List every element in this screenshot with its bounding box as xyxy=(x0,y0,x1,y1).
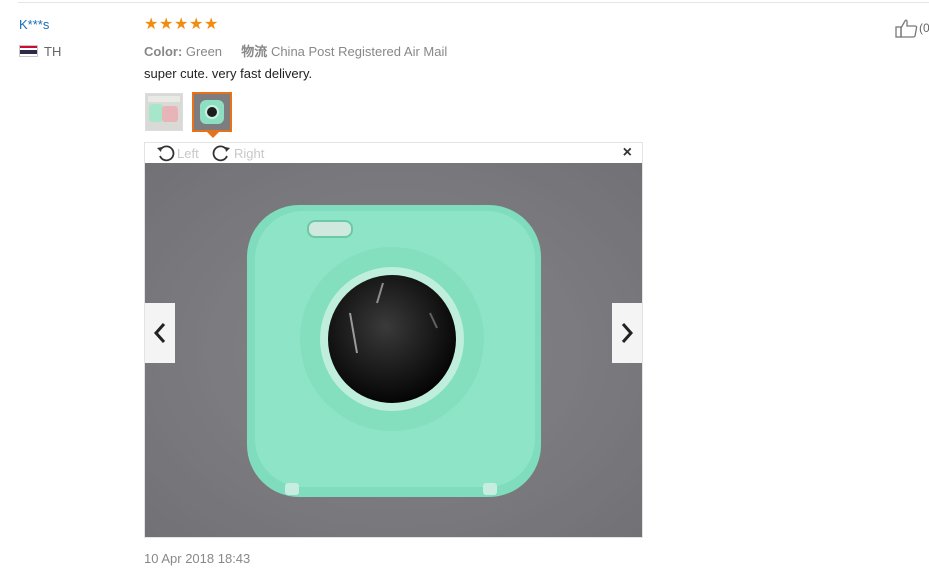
thumbs-up-icon xyxy=(895,19,918,38)
top-divider xyxy=(18,2,929,3)
rotate-left-icon xyxy=(157,145,175,162)
star-icon: ★ xyxy=(144,16,159,33)
star-icon: ★ xyxy=(189,16,204,33)
next-image-button[interactable] xyxy=(612,303,642,363)
rotate-left-label: Left xyxy=(177,145,199,161)
star-icon: ★ xyxy=(159,16,174,33)
chevron-right-icon xyxy=(621,323,634,343)
star-icon: ★ xyxy=(174,16,189,33)
rotate-right-icon xyxy=(212,145,230,162)
color-label: Color: xyxy=(144,44,183,59)
chevron-left-icon xyxy=(153,323,166,343)
close-viewer-button[interactable]: × xyxy=(623,144,632,162)
shipping-value: China Post Registered Air Mail xyxy=(270,44,448,59)
helpful-button[interactable]: (0 xyxy=(895,18,929,38)
rotate-right-label: Right xyxy=(234,145,265,161)
order-info: Color: Green 物流 China Post Registered Ai… xyxy=(144,41,447,60)
rotate-right-button[interactable]: Right xyxy=(211,143,264,163)
review-date: 10 Apr 2018 18:43 xyxy=(144,551,251,566)
previous-image-button[interactable] xyxy=(145,303,175,363)
color-value: Green xyxy=(185,44,223,59)
review-text: super cute. very fast delivery. xyxy=(144,66,313,81)
review-thumbnail[interactable] xyxy=(145,93,183,131)
image-viewer: Left Right × xyxy=(144,142,643,538)
rating-stars: ★ ★ ★ ★ ★ xyxy=(144,16,219,34)
country-flag-icon xyxy=(19,45,38,57)
reviewer-country: TH xyxy=(44,44,62,59)
reviewer-name[interactable]: K***s xyxy=(19,17,49,32)
selected-thumb-pointer xyxy=(207,132,219,138)
review-photo xyxy=(145,163,642,537)
star-icon: ★ xyxy=(204,16,219,33)
rotate-left-button[interactable]: Left xyxy=(156,143,199,163)
review-thumbnail-selected[interactable] xyxy=(192,92,232,132)
shipping-label: 物流 xyxy=(241,44,268,59)
helpful-count: (0 xyxy=(919,21,929,35)
